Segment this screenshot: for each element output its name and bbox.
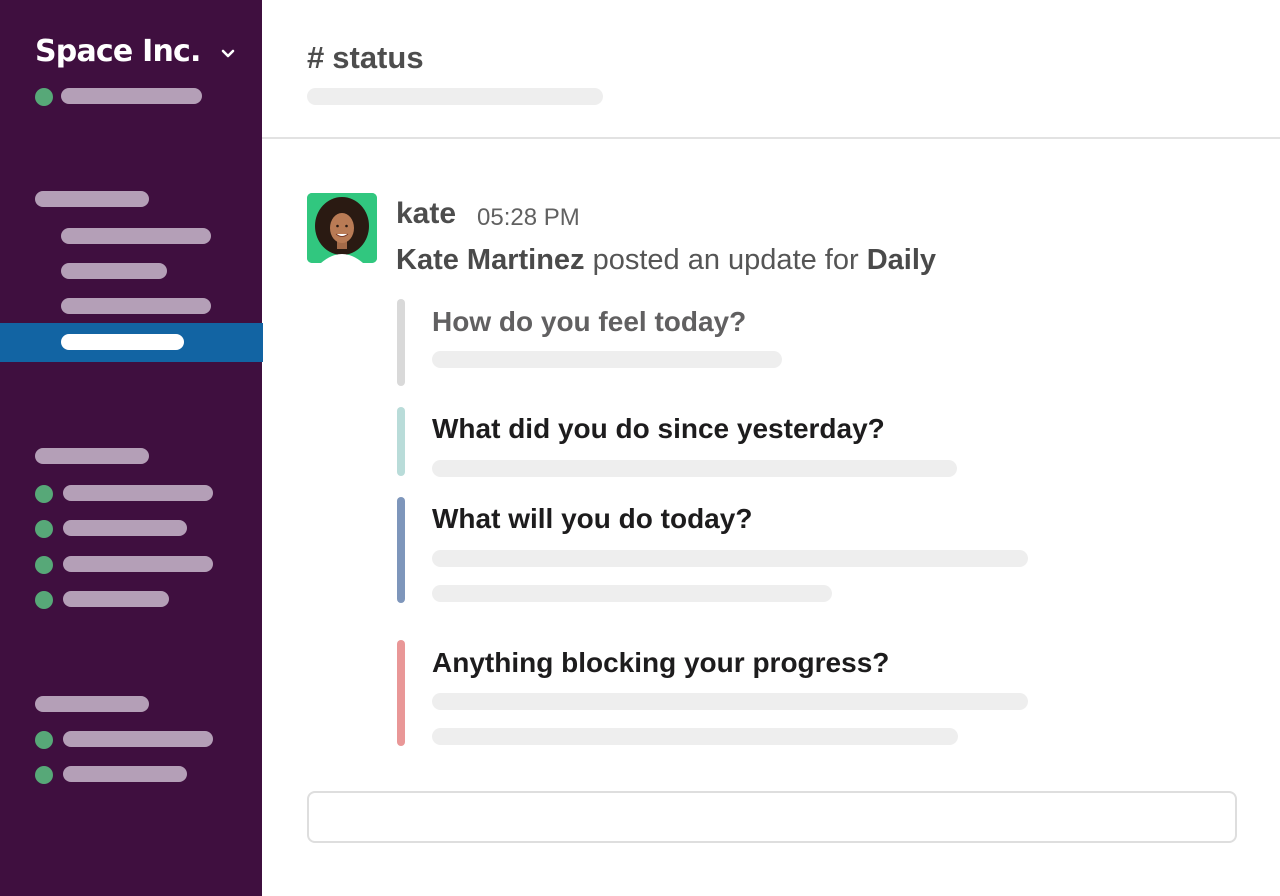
sidebar-item-dm[interactable] — [0, 476, 262, 510]
sidebar-item-label-placeholder — [63, 731, 213, 747]
sidebar: Space Inc. — [0, 0, 263, 896]
sidebar-item[interactable] — [0, 219, 262, 253]
presence-dot — [35, 556, 53, 574]
sidebar-item-label-placeholder — [63, 591, 169, 607]
question-color-bar — [397, 497, 405, 603]
sidebar-item-label-placeholder — [61, 334, 184, 350]
message-input[interactable] — [307, 791, 1237, 843]
channel-name: status — [332, 40, 424, 75]
channel-header: # status — [262, 0, 1280, 139]
sidebar-item-active[interactable] — [0, 323, 263, 362]
question-label: How do you feel today? — [432, 306, 747, 337]
channel-topic-placeholder — [307, 88, 603, 105]
sidebar-item-label-placeholder — [61, 263, 167, 279]
message-username[interactable]: kate — [396, 197, 456, 231]
sidebar-item[interactable] — [0, 289, 262, 323]
answer-placeholder — [432, 585, 832, 602]
sidebar-item[interactable] — [0, 254, 262, 288]
workspace-switcher[interactable]: Space Inc. — [35, 34, 235, 69]
presence-dot — [35, 485, 53, 503]
sidebar-item-dm[interactable] — [0, 582, 262, 616]
workspace-name: Space Inc. — [35, 34, 201, 69]
question-color-bar — [397, 299, 405, 386]
sidebar-item-label-placeholder — [63, 766, 187, 782]
question-label: What did you do since yesterday? — [432, 413, 885, 444]
answer-placeholder — [432, 550, 1028, 567]
section-header-placeholder[interactable] — [35, 191, 149, 207]
section-header-placeholder[interactable] — [35, 448, 149, 464]
sidebar-item-dm[interactable] — [0, 757, 262, 791]
avatar[interactable] — [307, 193, 377, 263]
presence-dot — [35, 591, 53, 609]
answer-placeholder — [432, 460, 957, 477]
sidebar-item-dm[interactable] — [0, 511, 262, 545]
presence-dot — [35, 520, 53, 538]
sidebar-item-label-placeholder — [63, 520, 187, 536]
channel-hash: # — [307, 40, 325, 75]
question-label: What will you do today? — [432, 503, 753, 534]
report-name[interactable]: Daily — [867, 244, 936, 276]
message-body: posted an update for — [592, 244, 859, 276]
presence-dot — [35, 766, 53, 784]
message-timestamp[interactable]: 05:28 PM — [477, 204, 580, 232]
question-color-bar — [397, 640, 405, 746]
chevron-down-icon — [221, 49, 234, 57]
answer-placeholder — [432, 351, 782, 368]
user-status-placeholder — [61, 88, 202, 104]
sidebar-item-label-placeholder — [61, 228, 211, 244]
answer-placeholder — [432, 693, 1028, 710]
answer-placeholder — [432, 728, 958, 745]
user-avatar-icon — [307, 193, 377, 263]
question-color-bar — [397, 407, 405, 476]
channel-title[interactable]: # status — [307, 40, 424, 76]
section-header-placeholder[interactable] — [35, 696, 149, 712]
question-label: Anything blocking your progress? — [432, 647, 890, 678]
presence-dot — [35, 731, 53, 749]
sidebar-item-dm[interactable] — [0, 547, 262, 581]
sidebar-item-label-placeholder — [63, 485, 213, 501]
sidebar-item-label-placeholder — [63, 556, 213, 572]
sidebar-item-label-placeholder — [61, 298, 211, 314]
author-full-name[interactable]: Kate Martinez — [396, 244, 585, 276]
presence-dot — [35, 88, 53, 106]
message-text: Kate Martinez posted an update for Daily — [396, 244, 936, 277]
sidebar-item-dm[interactable] — [0, 722, 262, 756]
